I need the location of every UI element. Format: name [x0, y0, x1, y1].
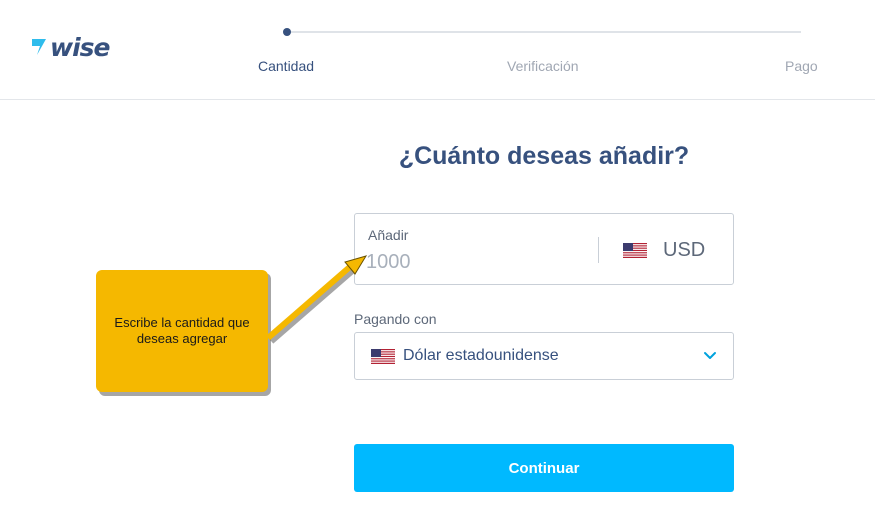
annotation-arrow — [266, 255, 368, 344]
